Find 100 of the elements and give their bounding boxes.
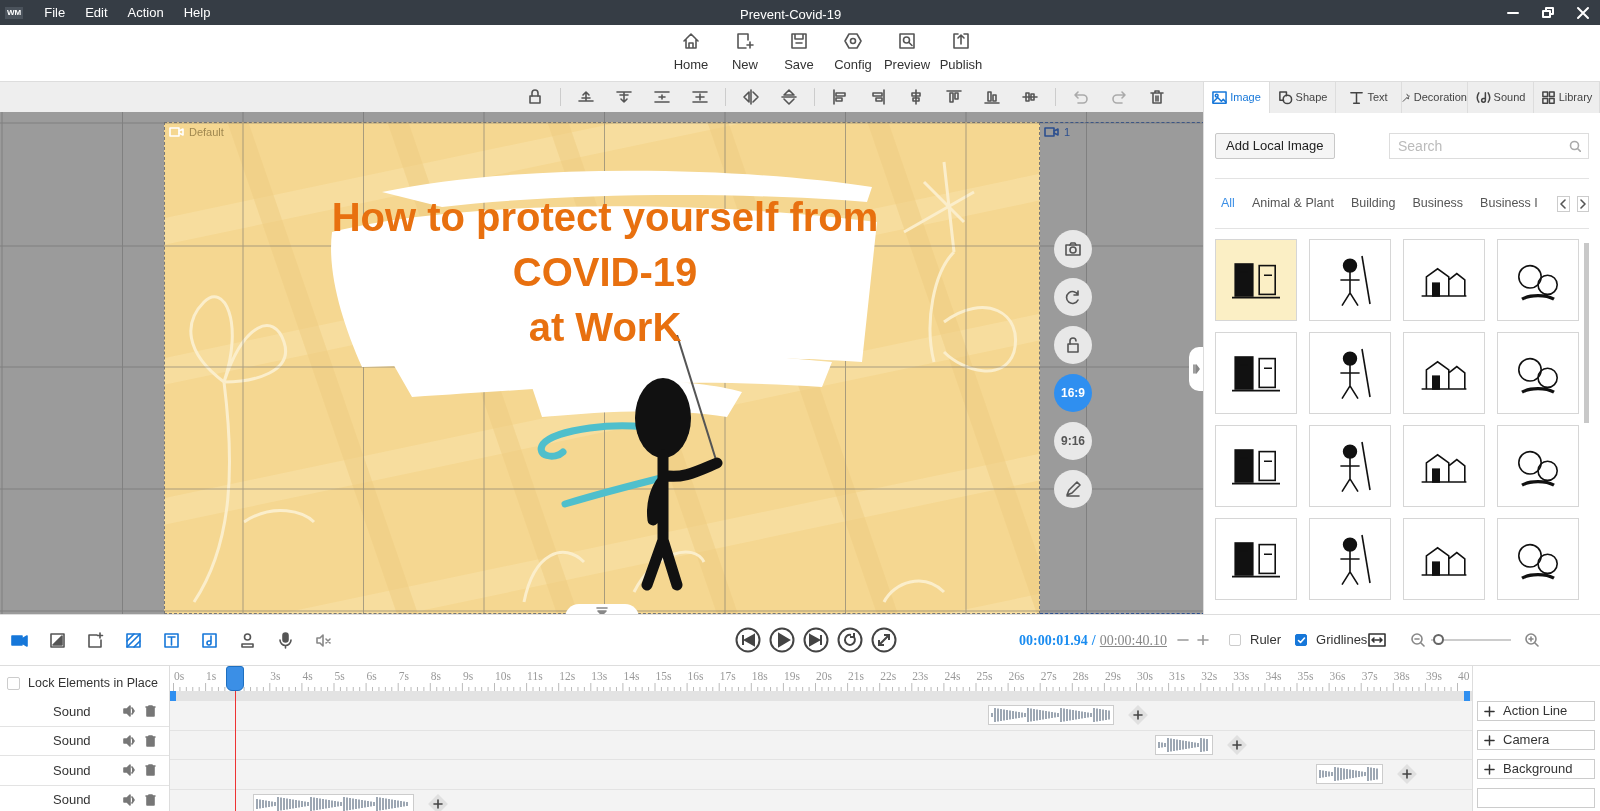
new-document-icon	[735, 31, 755, 52]
zoom-in-button[interactable]	[1525, 633, 1540, 647]
scroll-right-button[interactable]	[1576, 195, 1589, 212]
player-button[interactable]	[769, 627, 795, 653]
image-thumbnail[interactable]	[1403, 239, 1485, 321]
volume-button[interactable]	[123, 734, 135, 747]
add-track-button[interactable]	[1477, 788, 1595, 808]
ribbon-button[interactable]: Publish	[936, 31, 986, 75]
range-end-handle[interactable]	[1464, 691, 1470, 701]
track-label: Sound	[53, 702, 92, 721]
ribbon-button[interactable]: Config	[828, 31, 878, 75]
volume-button[interactable]	[123, 705, 135, 718]
zoom-out-button[interactable]	[1411, 633, 1426, 647]
tick-label: 18s	[751, 669, 768, 684]
menu-item[interactable]: File	[35, 2, 75, 23]
panel-tab[interactable]: Text	[1336, 82, 1402, 113]
image-thumbnail[interactable]	[1497, 425, 1579, 507]
add-track-button[interactable]: Action Line	[1477, 701, 1595, 721]
image-thumbnail[interactable]	[1215, 425, 1297, 507]
ribbon-button[interactable]: New	[720, 31, 770, 75]
checkbox[interactable]	[1295, 634, 1308, 646]
canvas-tool-button[interactable]	[1054, 470, 1092, 508]
tick-label: 4s	[302, 669, 313, 684]
player-button[interactable]	[837, 627, 863, 653]
image-thumbnail[interactable]	[1403, 332, 1485, 414]
image-thumbnail[interactable]	[1309, 332, 1391, 414]
skip-forward-icon	[803, 627, 829, 653]
category-tab[interactable]: Animal & Plant	[1251, 194, 1334, 213]
panel-tab[interactable]: Image	[1204, 82, 1270, 113]
align-right-icon	[869, 88, 887, 106]
aspect-ratio-button[interactable]: 9:16	[1054, 422, 1092, 460]
ribbon-button[interactable]: Save	[774, 31, 824, 75]
delete-button[interactable]	[145, 734, 156, 747]
preview-icon	[897, 31, 917, 52]
menu-item[interactable]: Help	[174, 2, 220, 23]
category-tab[interactable]: All	[1221, 194, 1235, 213]
audio-clip[interactable]	[253, 793, 414, 811]
canvas-tool-button[interactable]	[1054, 230, 1092, 268]
image-thumbnail[interactable]	[1497, 239, 1579, 321]
scrollbar[interactable]	[1584, 243, 1589, 423]
volume-button[interactable]	[123, 793, 135, 806]
search-field[interactable]: Search	[1389, 132, 1589, 159]
image-thumbnail[interactable]	[1215, 518, 1297, 600]
panel-tab[interactable]: Sound	[1468, 82, 1534, 113]
playhead[interactable]	[226, 666, 245, 691]
player-button[interactable]	[871, 627, 897, 653]
tick-label: 34s	[1265, 669, 1282, 684]
delete-button[interactable]	[145, 764, 156, 777]
image-thumbnail[interactable]	[1403, 518, 1485, 600]
category-tab[interactable]: Business I	[1480, 194, 1538, 213]
panel-tab[interactable]: Library	[1534, 82, 1600, 113]
menu-item[interactable]: Edit	[76, 2, 117, 23]
ribbon-button[interactable]: Home	[666, 31, 716, 75]
align-icon	[691, 88, 709, 106]
panel-tab[interactable]: Decoration	[1402, 82, 1468, 113]
expand-icon	[871, 627, 897, 653]
add-track-button[interactable]: Background	[1477, 759, 1595, 779]
add-track-button[interactable]: Camera	[1477, 730, 1595, 750]
player-button[interactable]	[735, 627, 761, 653]
volume-button[interactable]	[123, 764, 135, 777]
ribbon-button[interactable]: Preview	[882, 31, 932, 75]
zoom-slider-thumb[interactable]	[1432, 634, 1444, 645]
collapse-handle[interactable]	[1189, 347, 1203, 391]
menu-item[interactable]: Action	[118, 2, 173, 23]
add-image-button[interactable]: Add Local Image	[1215, 132, 1335, 159]
canvas-tool-button[interactable]	[1054, 278, 1092, 316]
waveform-icon	[1318, 767, 1381, 781]
category-tab[interactable]: Building	[1350, 194, 1396, 213]
fit-button[interactable]	[1368, 633, 1387, 647]
image-thumbnail[interactable]	[1215, 239, 1297, 321]
image-thumbnail[interactable]	[1497, 518, 1579, 600]
checkbox[interactable]	[1229, 634, 1241, 646]
delete-button[interactable]	[145, 793, 156, 806]
close-icon	[1576, 5, 1590, 20]
image-thumbnail[interactable]	[1403, 425, 1485, 507]
category-tab[interactable]: Business	[1412, 194, 1464, 213]
collapse-icon	[1192, 364, 1200, 374]
player-button[interactable]	[803, 627, 829, 653]
lock-icon	[526, 88, 544, 106]
image-thumbnail[interactable]	[1309, 239, 1391, 321]
increase-button[interactable]	[1197, 635, 1209, 645]
audio-clip[interactable]	[1315, 764, 1384, 784]
align-top-icon	[945, 88, 963, 106]
tick-label: 19s	[783, 669, 800, 684]
image-thumbnail[interactable]	[1309, 518, 1391, 600]
scroll-left-button[interactable]	[1557, 195, 1570, 212]
collapse-handle[interactable]	[565, 604, 639, 614]
canvas-tool-button[interactable]	[1054, 326, 1092, 364]
image-thumbnail[interactable]	[1309, 425, 1391, 507]
audio-clip[interactable]	[988, 705, 1114, 725]
image-thumbnail[interactable]	[1215, 332, 1297, 414]
range-start-handle[interactable]	[170, 691, 176, 701]
text-box-icon	[162, 631, 180, 649]
panel-tab[interactable]: Shape	[1270, 82, 1336, 113]
align-left-icon	[831, 88, 849, 106]
tick-label: 22s	[880, 669, 897, 684]
image-thumbnail[interactable]	[1497, 332, 1579, 414]
delete-button[interactable]	[145, 705, 156, 718]
checkbox[interactable]	[7, 677, 20, 690]
audio-clip[interactable]	[1155, 734, 1213, 755]
